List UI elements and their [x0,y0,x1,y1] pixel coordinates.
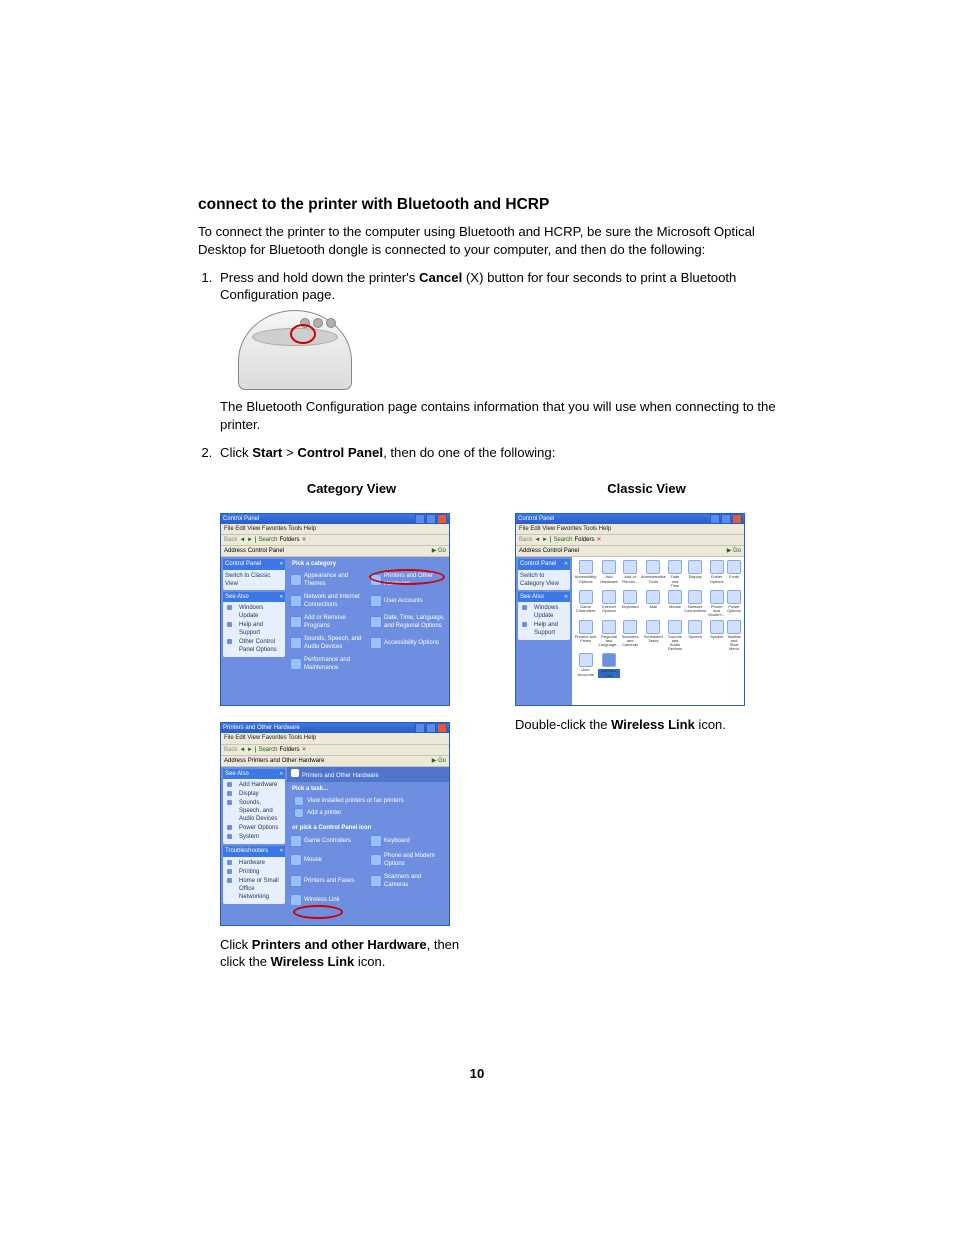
category-grid: Appearance and Themes Printers and Other… [290,572,446,673]
category-view-heading: Category View [220,480,483,498]
toolbar: Back◄ ►|SearchFolders✕ [221,535,449,546]
section-heading: connect to the printer with Bluetooth an… [198,195,778,216]
classic-view-heading: Classic View [515,480,778,498]
window-controls-icon [415,514,447,524]
page-number: 10 [0,1065,954,1083]
screenshot-control-panel-category: Control Panel File Edit View Favorites T… [220,513,450,706]
classic-icon-grid: Accessibility OptionsAdd HardwareAdd or … [575,560,741,677]
classic-caption: Double-click the Wireless Link icon. [515,716,778,734]
window-controls-icon [415,723,447,733]
screenshot-control-panel-classic: Control Panel File Edit View Favorites T… [515,513,745,706]
step-2: Click Start > Control Panel, then do one… [216,444,778,971]
screenshot-printers-hardware: Printers and Other Hardware File Edit Vi… [220,722,450,925]
category-caption: Click Printers and other Hardware, then … [220,936,483,971]
intro-paragraph: To connect the printer to the computer u… [198,223,778,259]
step-1: Press and hold down the printer's Cancel… [216,269,778,434]
highlight-ring-icon [293,905,343,919]
printer-figure [238,310,778,388]
window-controls-icon [710,514,742,524]
step1-note: The Bluetooth Configuration page contain… [220,398,778,434]
cancel-bold: Cancel [419,270,462,285]
